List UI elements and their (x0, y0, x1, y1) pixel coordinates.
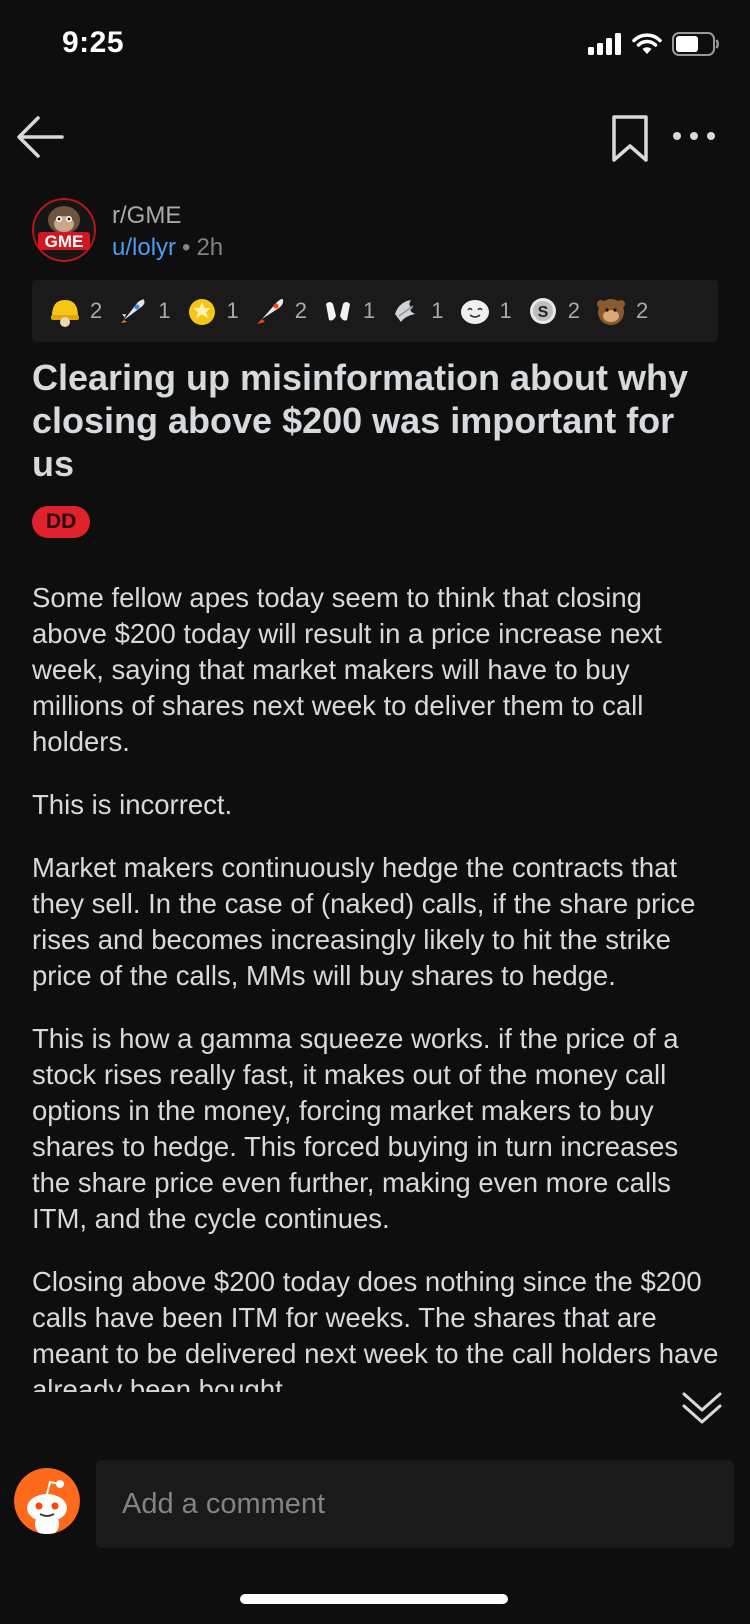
award-item[interactable]: S 2 (526, 294, 580, 328)
award-count: 1 (226, 298, 239, 323)
award-item[interactable]: 1 (389, 294, 444, 328)
signal-icon (588, 33, 621, 55)
status-bar: 9:25 (0, 0, 750, 90)
award-count: 1 (158, 298, 171, 323)
hands-award-icon (326, 302, 350, 321)
svg-text:S: S (537, 304, 548, 321)
more-options-button[interactable] (672, 126, 716, 146)
byline: u/lolyr • 2h (112, 234, 223, 262)
status-time: 9:25 (62, 26, 125, 59)
gme-ape-logo-icon: GME (32, 198, 96, 262)
wholesome-award-icon (460, 300, 489, 324)
post-title: Clearing up misinformation about why clo… (32, 357, 689, 484)
award-item[interactable]: 2 (48, 294, 102, 328)
star-face-award-icon (188, 299, 215, 325)
award-count: 2 (90, 298, 103, 323)
scroll-down-button[interactable] (680, 1388, 724, 1428)
body-paragraph: Market makers continuously hedge the con… (32, 852, 696, 991)
award-item[interactable]: 2 (253, 294, 307, 328)
coin-s-award-icon: S (529, 298, 556, 324)
post-age: 2h (196, 234, 224, 261)
content-fade (0, 1392, 750, 1458)
bookmark-icon (612, 115, 648, 162)
body-paragraph: Some fellow apes today seem to think tha… (32, 582, 662, 757)
status-icons (588, 32, 720, 56)
subreddit-avatar-text: GME (45, 232, 84, 251)
helmet-award-icon (51, 300, 79, 327)
home-indicator[interactable] (240, 1594, 508, 1604)
bookmark-button[interactable] (610, 114, 650, 164)
award-count: 1 (363, 298, 376, 323)
battery-icon (672, 32, 719, 56)
post-meta: GME r/GME u/lolyr • 2h (32, 198, 722, 268)
award-count: 2 (636, 298, 649, 323)
subreddit-avatar[interactable]: GME (32, 198, 96, 262)
award-item[interactable]: 1 (185, 294, 239, 328)
more-dots-icon (673, 132, 715, 140)
wifi-icon (632, 33, 662, 54)
body-paragraph: This is how a gamma squeeze works. if th… (32, 1023, 679, 1234)
awards-bar[interactable]: 2 1 1 2 1 1 1 S 2 2 (32, 280, 718, 342)
award-count: 2 (294, 298, 307, 323)
post-body: Some fellow apes today seem to think tha… (32, 580, 722, 1450)
award-item[interactable]: 1 (458, 294, 512, 328)
author-username[interactable]: u/lolyr (112, 234, 176, 261)
award-count: 1 (431, 298, 444, 323)
rocket-award-icon (121, 299, 145, 323)
back-arrow-icon (17, 116, 64, 158)
subreddit-name[interactable]: r/GME (112, 202, 181, 230)
post-flair[interactable]: DD (32, 506, 91, 538)
ape-award-icon (597, 299, 625, 325)
back-button[interactable] (14, 112, 66, 162)
comment-bar (0, 1458, 750, 1562)
silver-wings-award-icon (395, 300, 416, 322)
award-count: 2 (567, 298, 580, 323)
comment-input[interactable] (96, 1460, 734, 1548)
body-paragraph: Closing above $200 today does nothing si… (32, 1266, 719, 1405)
double-chevron-down-icon (682, 1392, 722, 1424)
award-item[interactable]: 1 (321, 294, 375, 328)
award-item[interactable]: 1 (116, 294, 171, 328)
snoo-avatar-icon (14, 1468, 80, 1534)
byline-separator: • (182, 234, 191, 261)
user-avatar[interactable] (14, 1468, 80, 1534)
award-item[interactable]: 2 (594, 294, 648, 328)
rocket-like-award-icon (256, 298, 283, 324)
body-paragraph: This is incorrect. (32, 789, 233, 820)
award-count: 1 (499, 298, 512, 323)
top-nav (0, 100, 750, 180)
